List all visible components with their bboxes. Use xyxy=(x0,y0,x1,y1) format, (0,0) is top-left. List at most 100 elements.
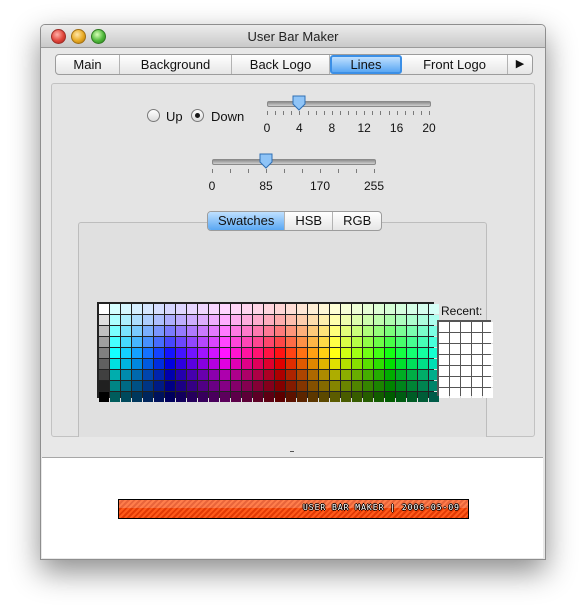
recent-color-slot[interactable] xyxy=(450,333,460,343)
color-swatch[interactable] xyxy=(330,359,340,369)
color-swatch[interactable] xyxy=(341,337,351,347)
color-swatch[interactable] xyxy=(275,348,285,358)
color-swatch[interactable] xyxy=(132,359,142,369)
color-swatch[interactable] xyxy=(242,381,252,391)
tab-background[interactable]: Background xyxy=(120,55,232,74)
color-swatch[interactable] xyxy=(110,381,120,391)
color-swatch[interactable] xyxy=(418,359,428,369)
color-swatch[interactable] xyxy=(385,359,395,369)
color-swatch[interactable] xyxy=(352,337,362,347)
recent-color-slot[interactable] xyxy=(483,366,493,376)
recent-color-slot[interactable] xyxy=(483,377,493,387)
color-swatch[interactable] xyxy=(176,381,186,391)
color-swatch[interactable] xyxy=(297,359,307,369)
recent-color-slot[interactable] xyxy=(472,322,482,332)
color-swatch[interactable] xyxy=(231,315,241,325)
color-swatch[interactable] xyxy=(209,326,219,336)
color-swatch[interactable] xyxy=(154,326,164,336)
recent-color-slot[interactable] xyxy=(450,366,460,376)
color-swatch[interactable] xyxy=(275,392,285,402)
recent-color-slot[interactable] xyxy=(461,322,471,332)
color-swatch[interactable] xyxy=(319,304,329,314)
color-swatch[interactable] xyxy=(154,348,164,358)
color-swatch[interactable] xyxy=(220,381,230,391)
recent-color-slot[interactable] xyxy=(439,377,449,387)
color-swatch[interactable] xyxy=(99,337,109,347)
recent-color-slot[interactable] xyxy=(472,344,482,354)
color-swatch[interactable] xyxy=(253,337,263,347)
color-swatch[interactable] xyxy=(308,392,318,402)
color-swatch[interactable] xyxy=(286,392,296,402)
color-swatch[interactable] xyxy=(352,370,362,380)
color-swatch[interactable] xyxy=(297,304,307,314)
recent-color-slot[interactable] xyxy=(483,388,493,398)
color-swatch[interactable] xyxy=(330,326,340,336)
color-swatch[interactable] xyxy=(253,326,263,336)
color-swatch[interactable] xyxy=(242,315,252,325)
color-swatch[interactable] xyxy=(385,337,395,347)
color-swatch[interactable] xyxy=(99,348,109,358)
color-swatch[interactable] xyxy=(132,337,142,347)
color-swatch[interactable] xyxy=(363,381,373,391)
color-swatch[interactable] xyxy=(374,359,384,369)
color-swatch[interactable] xyxy=(253,392,263,402)
color-swatch[interactable] xyxy=(385,304,395,314)
color-swatch[interactable] xyxy=(242,337,252,347)
color-swatch[interactable] xyxy=(209,359,219,369)
color-swatch[interactable] xyxy=(220,348,230,358)
color-swatch[interactable] xyxy=(418,370,428,380)
color-swatch[interactable] xyxy=(198,315,208,325)
color-swatch[interactable] xyxy=(143,315,153,325)
recent-color-slot[interactable] xyxy=(439,333,449,343)
color-swatch[interactable] xyxy=(407,326,417,336)
recent-color-slot[interactable] xyxy=(483,355,493,365)
color-swatch[interactable] xyxy=(418,337,428,347)
color-swatch[interactable] xyxy=(242,304,252,314)
color-swatch[interactable] xyxy=(121,359,131,369)
color-swatch[interactable] xyxy=(374,337,384,347)
color-swatch[interactable] xyxy=(253,315,263,325)
color-swatch[interactable] xyxy=(297,315,307,325)
color-swatch[interactable] xyxy=(242,392,252,402)
color-swatch[interactable] xyxy=(308,304,318,314)
color-swatch[interactable] xyxy=(187,326,197,336)
color-swatch[interactable] xyxy=(418,326,428,336)
color-swatch[interactable] xyxy=(154,304,164,314)
color-swatch[interactable] xyxy=(209,337,219,347)
color-swatch[interactable] xyxy=(176,359,186,369)
color-swatch[interactable] xyxy=(143,392,153,402)
color-swatch[interactable] xyxy=(418,348,428,358)
color-swatch[interactable] xyxy=(264,304,274,314)
color-swatch[interactable] xyxy=(165,326,175,336)
color-swatch[interactable] xyxy=(187,315,197,325)
color-swatch[interactable] xyxy=(187,304,197,314)
color-swatch[interactable] xyxy=(110,392,120,402)
tab-swatches[interactable]: Swatches xyxy=(208,212,286,230)
recent-color-slot[interactable] xyxy=(472,355,482,365)
color-swatch[interactable] xyxy=(110,348,120,358)
color-swatch[interactable] xyxy=(396,392,406,402)
color-swatch[interactable] xyxy=(330,370,340,380)
recent-color-slot[interactable] xyxy=(472,388,482,398)
color-swatch[interactable] xyxy=(418,304,428,314)
color-swatch[interactable] xyxy=(374,348,384,358)
color-swatch[interactable] xyxy=(330,348,340,358)
color-swatch[interactable] xyxy=(121,381,131,391)
color-swatch[interactable] xyxy=(308,326,318,336)
color-swatch[interactable] xyxy=(363,315,373,325)
color-swatch[interactable] xyxy=(220,392,230,402)
color-swatch[interactable] xyxy=(341,381,351,391)
color-swatch[interactable] xyxy=(275,370,285,380)
color-swatch[interactable] xyxy=(352,392,362,402)
color-swatch[interactable] xyxy=(242,348,252,358)
color-swatch[interactable] xyxy=(220,326,230,336)
color-swatch[interactable] xyxy=(165,348,175,358)
color-swatch[interactable] xyxy=(264,392,274,402)
radio-down[interactable] xyxy=(191,109,204,122)
color-swatch[interactable] xyxy=(297,326,307,336)
color-swatch[interactable] xyxy=(198,370,208,380)
color-swatch[interactable] xyxy=(385,348,395,358)
color-swatch[interactable] xyxy=(418,381,428,391)
tab-lines[interactable]: Lines xyxy=(330,55,402,74)
color-swatch[interactable] xyxy=(143,348,153,358)
